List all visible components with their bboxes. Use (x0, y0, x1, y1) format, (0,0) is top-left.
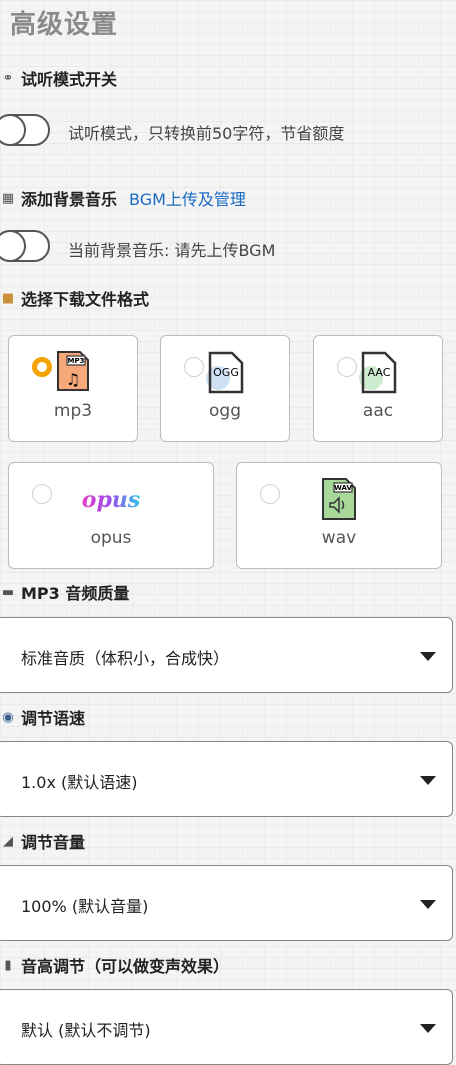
pitch-select[interactable]: 默认 (默认不调节) (0, 989, 453, 1065)
preview-section-label: ⚭ 试听模式开关 (0, 66, 117, 90)
chevron-down-icon (420, 776, 436, 785)
speaking-head-icon: ◉ (2, 709, 14, 725)
format-option-wav[interactable]: WAV wav (236, 462, 442, 569)
preview-toggle[interactable] (0, 114, 50, 146)
pitch-select-value: 默认 (默认不调节) (21, 1021, 151, 1040)
volume-select-value: 100% (默认音量) (21, 897, 149, 916)
format-name: mp3 (53, 401, 93, 421)
chevron-down-icon (420, 652, 436, 661)
format-name: aac (362, 401, 394, 421)
svg-text:opus: opus (82, 487, 140, 513)
page-title: 高级设置 (10, 10, 119, 40)
radio-button[interactable] (32, 484, 52, 504)
radio-button[interactable] (260, 484, 280, 504)
sound-card-icon: ▬ (1, 584, 15, 600)
format-option-ogg[interactable]: OGG ogg (160, 335, 290, 442)
speed-select[interactable]: 1.0x (默认语速) (0, 741, 453, 817)
format-option-opus[interactable]: opus opus (8, 462, 214, 569)
format-label: 选择下载文件格式 (21, 290, 150, 309)
speed-select-value: 1.0x (默认语速) (21, 773, 138, 792)
bgm-toggle-text: 当前背景音乐: 请先上传BGM (68, 241, 276, 260)
chevron-down-icon (420, 900, 436, 909)
quality-section-label: ▬ MP3 音频质量 (0, 580, 130, 604)
quality-select-value: 标准音质（体积小，合成快） (21, 649, 230, 668)
toggle-knob (0, 230, 26, 262)
megaphone-icon: ◢ (3, 833, 13, 849)
chevron-down-icon (420, 1024, 436, 1033)
piano-icon: ▦ (1, 190, 15, 206)
format-option-aac[interactable]: AAC aac (313, 335, 443, 442)
quality-select[interactable]: 标准音质（体积小，合成快） (0, 617, 453, 693)
volume-section-label: ◢ 调节音量 (0, 829, 85, 853)
format-name: opus (90, 528, 132, 548)
svg-text:WAV: WAV (334, 484, 352, 492)
preview-toggle-text: 试听模式，只转换前50字符，节省额度 (68, 124, 345, 143)
bgm-label: 添加背景音乐 (21, 190, 118, 209)
format-name: ogg (209, 401, 241, 421)
format-section-label: ■ 选择下载文件格式 (0, 286, 149, 310)
mp3-file-icon: MP3 ♫ (57, 351, 89, 391)
radio-button[interactable] (32, 357, 52, 377)
folder-icon: ■ (1, 290, 15, 306)
format-name: wav (321, 528, 357, 548)
bgm-manage-link[interactable]: BGM上传及管理 (129, 186, 246, 210)
ogg-file-icon: OGG (206, 351, 244, 394)
speed-section-label: ◉ 调节语速 (0, 705, 85, 729)
volume-select[interactable]: 100% (默认音量) (0, 865, 453, 941)
tuning-fork-icon: ▮ (4, 957, 12, 973)
aac-file-icon: AAC (359, 351, 397, 394)
svg-text:♫: ♫ (66, 370, 80, 389)
svg-text:AAC: AAC (368, 366, 391, 379)
bgm-toggle[interactable] (0, 230, 50, 262)
svg-text:MP3: MP3 (68, 357, 85, 365)
radio-button[interactable] (184, 357, 204, 377)
quality-label: MP3 音频质量 (21, 584, 130, 603)
volume-label: 调节音量 (21, 833, 86, 852)
pitch-label: 音高调节（可以做变声效果） (21, 957, 230, 976)
wav-file-icon: WAV (322, 478, 356, 520)
format-option-mp3[interactable]: MP3 ♫ mp3 (8, 335, 138, 442)
svg-text:OGG: OGG (213, 366, 239, 379)
radio-button[interactable] (337, 357, 357, 377)
toggle-knob (0, 114, 26, 146)
bgm-section-label: ▦ 添加背景音乐 BGM上传及管理 (0, 186, 246, 210)
preview-label: 试听模式开关 (21, 70, 118, 89)
pitch-section-label: ▮ 音高调节（可以做变声效果） (0, 953, 229, 977)
speed-label: 调节语速 (21, 709, 86, 728)
headphones-icon: ⚭ (2, 70, 14, 86)
opus-logo-icon: opus (82, 487, 140, 513)
